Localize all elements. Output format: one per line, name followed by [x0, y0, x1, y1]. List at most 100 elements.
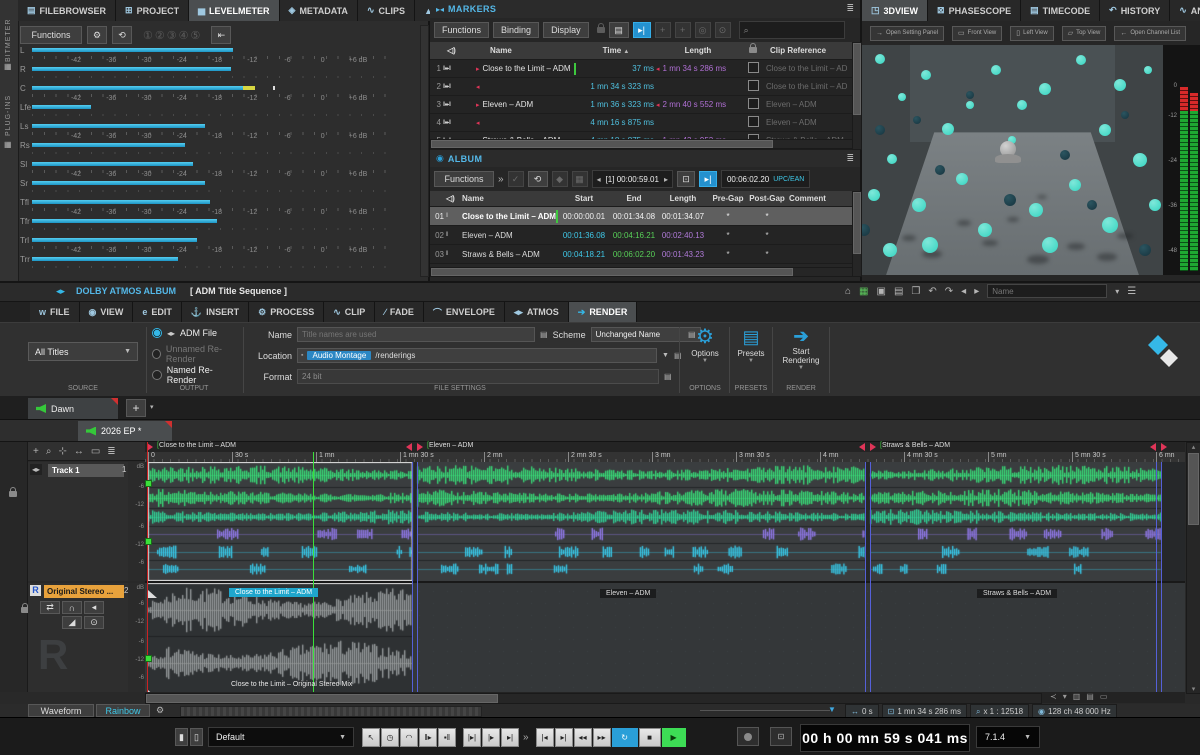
- audio-object-sphere-dark[interactable]: [1060, 150, 1070, 160]
- audio-object-sphere-dark[interactable]: [862, 224, 870, 236]
- tab-phasescope[interactable]: ⊠PHASESCOPE: [928, 0, 1021, 21]
- effects-button[interactable]: ⊙: [84, 616, 104, 629]
- audio-object-sphere[interactable]: [922, 237, 938, 253]
- meter-slot-1-button[interactable]: ①: [143, 29, 153, 42]
- audio-object-sphere[interactable]: [966, 101, 974, 109]
- ribbon-tab-file[interactable]: wFILE: [30, 302, 80, 322]
- tab-filebrowser[interactable]: ▤FILEBROWSER: [18, 0, 116, 21]
- add-tab-button[interactable]: +: [126, 399, 146, 417]
- channel-mode-dropdown[interactable]: 7.1.4 ▼: [976, 726, 1040, 748]
- new-file-icon[interactable]: ▣: [877, 286, 886, 297]
- track1-name[interactable]: Track 1: [48, 464, 124, 477]
- location-field[interactable]: ▪ Audio Montage /renderings: [297, 348, 657, 363]
- track1-waveform-canvas[interactable]: [145, 462, 1185, 581]
- play-marker-button[interactable]: ▸|: [699, 171, 717, 187]
- timeline-area[interactable]: [Close to the Limit – ADM[Eleven – ADM[S…: [145, 442, 1185, 692]
- ribbon-tab-view[interactable]: ◉VIEW: [80, 302, 134, 322]
- audio-object-sphere-dark[interactable]: [1139, 244, 1151, 256]
- left-view-button[interactable]: ▯Left View: [1010, 26, 1053, 41]
- output-option-adm-file[interactable]: ◂▸ADM File: [152, 326, 217, 340]
- audio-object-sphere[interactable]: [887, 154, 897, 164]
- crosshair-tool-icon[interactable]: ⊹: [58, 446, 66, 457]
- play-to-marker-button[interactable]: ▸|: [633, 22, 651, 38]
- focus-track-button[interactable]: ⊡: [677, 171, 695, 187]
- audio-object-sphere[interactable]: [1102, 217, 1118, 233]
- dropdown-chevron-icon[interactable]: ▾: [1115, 287, 1119, 296]
- view-tab-rainbow[interactable]: Rainbow: [96, 704, 150, 717]
- share-icon[interactable]: ≺: [1050, 692, 1057, 701]
- audio-object-sphere[interactable]: [942, 123, 954, 135]
- output-option-named-re-render[interactable]: Named Re-Render: [152, 368, 240, 382]
- open-channel-list-button[interactable]: ←Open Channel List: [1114, 26, 1186, 41]
- meter-slot-2-button[interactable]: ②: [155, 29, 165, 42]
- disabled-button[interactable]: ◆: [552, 171, 568, 187]
- fade-button[interactable]: ◢: [62, 616, 82, 629]
- meter-slot-3-button[interactable]: ③: [167, 29, 177, 42]
- markers-functions-button[interactable]: Functions: [434, 22, 489, 38]
- solo-speaker-button[interactable]: ◂: [84, 601, 104, 614]
- album-row-03[interactable]: 03 ‖ Straws & Bells – ADM 00:04:18.21 00…: [430, 245, 852, 264]
- audio-object-sphere[interactable]: [1099, 124, 1111, 136]
- open-file-icon[interactable]: ▤: [894, 286, 903, 297]
- start-rendering-button[interactable]: ➔ Start Rendering ▼: [774, 325, 828, 383]
- top-view-button[interactable]: ▱Top View: [1062, 26, 1107, 41]
- markers-binding-button[interactable]: Binding: [493, 22, 539, 38]
- marker-flag[interactable]: [1161, 443, 1167, 451]
- disabled-marker-button[interactable]: ◎: [695, 22, 711, 38]
- ribbon-tab-atmos[interactable]: ◂▸ATMOS: [505, 302, 569, 322]
- audio-object-sphere[interactable]: [1133, 153, 1147, 167]
- routing-button[interactable]: ⇄: [40, 601, 60, 614]
- audio-object-sphere-dark[interactable]: [966, 91, 974, 99]
- pre-roll-button[interactable]: ◠: [400, 728, 418, 747]
- tab-3dview[interactable]: ◳3DVIEW: [862, 0, 928, 21]
- tab-history[interactable]: ↶HISTORY: [1100, 0, 1170, 21]
- format-field[interactable]: 24 bit: [297, 369, 659, 384]
- zoom-slider[interactable]: [700, 710, 830, 711]
- audio-object-sphere-dark[interactable]: [913, 116, 921, 124]
- markers-vscrollbar[interactable]: [852, 42, 862, 150]
- play-selection-button[interactable]: |▸|: [463, 728, 481, 747]
- go-to-start-button[interactable]: |◂: [536, 728, 554, 747]
- audio-object-sphere[interactable]: [956, 173, 968, 185]
- view-columns-icon[interactable]: ▥: [1073, 692, 1081, 701]
- tab-levelmeter[interactable]: ▅LEVELMETER: [189, 0, 279, 21]
- tab-metadata[interactable]: ◈METADATA: [280, 0, 358, 21]
- nav-back-icon[interactable]: ◂: [961, 286, 966, 297]
- album-vscrollbar[interactable]: [852, 191, 862, 277]
- montage-vscrollbar[interactable]: ▴ ▾: [1186, 442, 1200, 694]
- panel-menu-icon[interactable]: ≣: [846, 3, 854, 14]
- bitmeter-strip-label[interactable]: BITMETER: [5, 4, 12, 62]
- output-option-unnamed-re-render[interactable]: Unnamed Re-Render: [152, 347, 240, 361]
- meter-slot-4-button[interactable]: ④: [179, 29, 189, 42]
- audio-object-sphere[interactable]: [898, 93, 906, 101]
- audio-object-sphere[interactable]: [1042, 237, 1058, 253]
- marker-flag[interactable]: [417, 443, 423, 451]
- marker-flag[interactable]: [147, 443, 153, 451]
- audio-object-sphere[interactable]: [978, 223, 992, 237]
- overview-strip[interactable]: [180, 706, 482, 717]
- nav-forward-icon[interactable]: ▸: [974, 286, 979, 297]
- window-tool-icon[interactable]: ▭: [91, 446, 100, 457]
- gear-icon[interactable]: ⚙: [156, 705, 164, 716]
- markers-display-button[interactable]: Display: [543, 22, 589, 38]
- marker-search-input[interactable]: ⌕: [739, 21, 845, 39]
- album-row-01[interactable]: 01 ‖ Close to the Limit – ADM 00:00:00.0…: [430, 207, 852, 226]
- ribbon-tab-render[interactable]: ➔RENDER: [569, 302, 638, 322]
- home-icon[interactable]: ⌂: [845, 286, 851, 297]
- ribbon-tab-edit[interactable]: eEDIT: [133, 302, 182, 322]
- audio-object-sphere[interactable]: [1144, 66, 1152, 74]
- marker-flag[interactable]: [870, 443, 876, 451]
- add-track-icon[interactable]: +: [33, 446, 39, 457]
- chevron-down-icon[interactable]: ▾: [1063, 692, 1067, 701]
- ribbon-tab-clip[interactable]: ∿CLIP: [324, 302, 375, 322]
- tab-dawn[interactable]: Dawn: [28, 398, 118, 419]
- audio-object-sphere-dark[interactable]: [1121, 111, 1129, 119]
- reset-peaks-button[interactable]: ⇤: [211, 26, 231, 44]
- marker-flag[interactable]: [859, 443, 865, 451]
- more-transport-button[interactable]: »: [523, 732, 529, 743]
- marker-row-2[interactable]: 2 ‖▸▸‖ ◂ 1 mn 34 s 323 ms Close to the L…: [430, 78, 852, 96]
- audio-object-sphere-dark[interactable]: [1087, 200, 1097, 210]
- 3d-viewport[interactable]: [862, 45, 1163, 275]
- marker-flag-row[interactable]: [Close to the Limit – ADM[Eleven – ADM[S…: [145, 442, 1185, 452]
- marker-row-3[interactable]: 3 ‖▸▸‖ ▸Eleven – ADM 1 mn 36 s 323 ms ◂2…: [430, 96, 852, 114]
